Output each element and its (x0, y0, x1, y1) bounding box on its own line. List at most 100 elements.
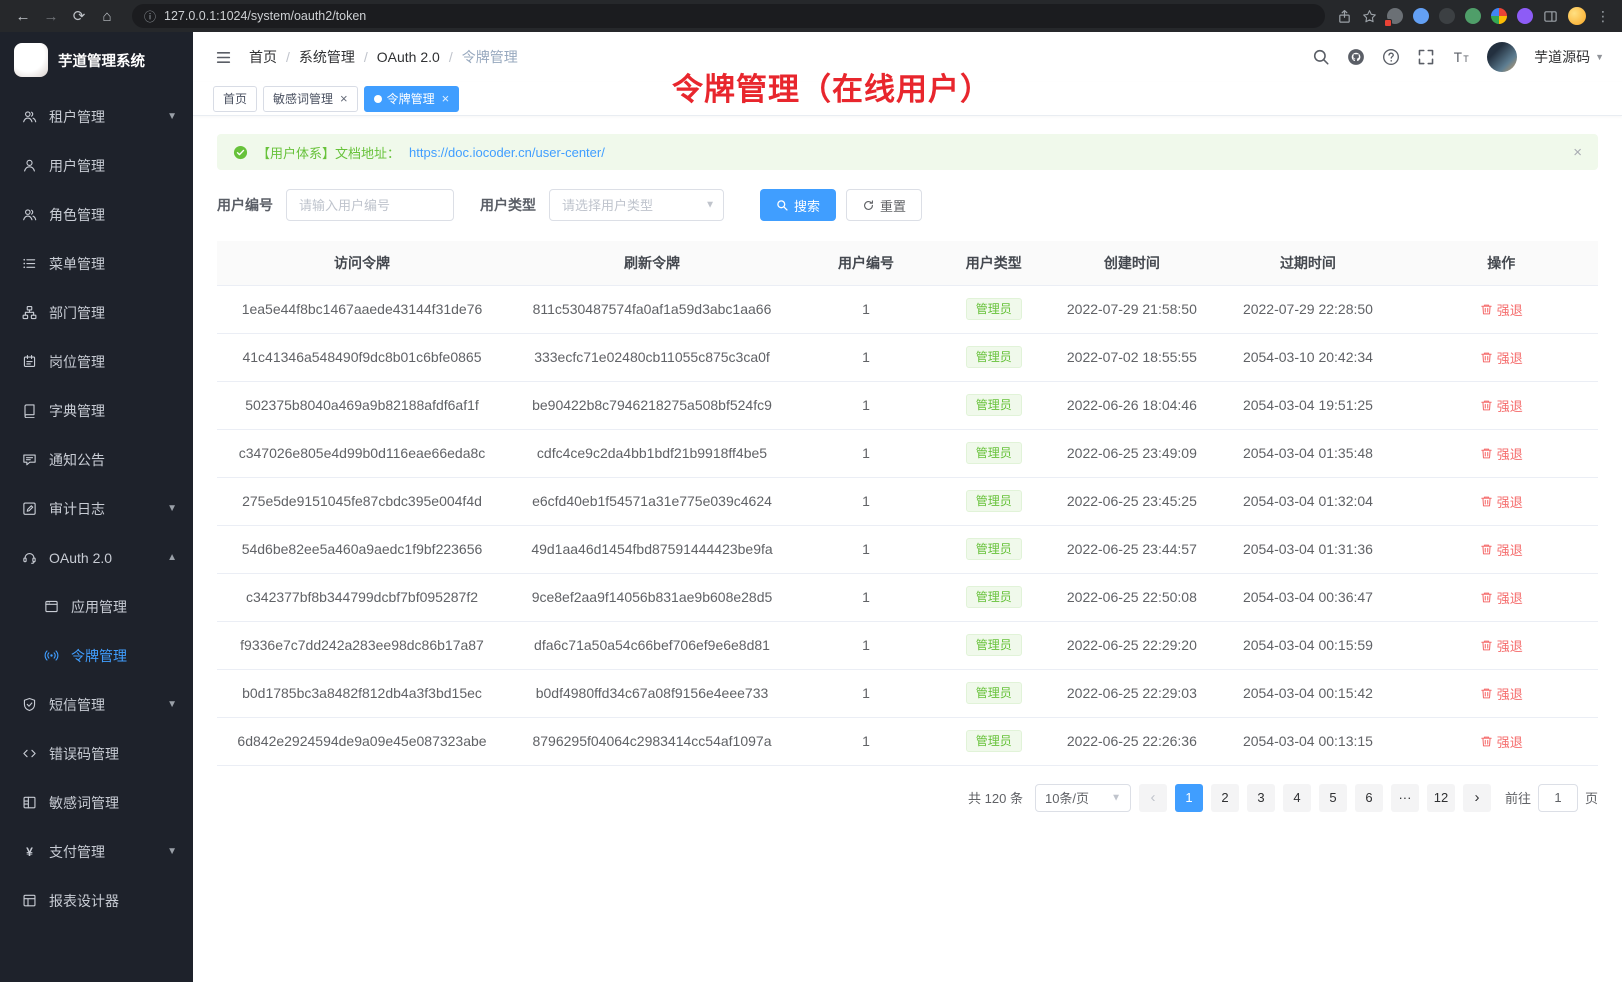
breadcrumb-item[interactable]: OAuth 2.0 (377, 49, 440, 65)
site-info-icon[interactable]: ⓘ (144, 8, 156, 25)
alert-doc-link[interactable]: https://doc.iocoder.cn/user-center/ (409, 145, 605, 160)
github-icon[interactable] (1347, 48, 1365, 66)
pager-page-3[interactable]: 3 (1247, 784, 1275, 812)
action-cell: 强退 (1405, 429, 1598, 477)
prev-page-button[interactable]: ‹ (1139, 784, 1167, 812)
force-logout-button[interactable]: 强退 (1480, 396, 1523, 415)
force-logout-button[interactable]: 强退 (1480, 588, 1523, 607)
goto-group: 前往 页 (1505, 784, 1598, 812)
breadcrumb-item[interactable]: 系统管理 (299, 47, 355, 67)
force-logout-button[interactable]: 强退 (1480, 540, 1523, 559)
page-content: 【用户体系】文档地址： https://doc.iocoder.cn/user-… (193, 116, 1622, 982)
table-row: 275e5de9151045fe87cbdc395e004f4de6cfd40e… (217, 477, 1598, 525)
sidebar-item-dict[interactable]: 字典管理 (0, 386, 193, 435)
user-type-label: 用户类型 (480, 195, 536, 215)
notice-icon (22, 452, 37, 467)
force-logout-button[interactable]: 强退 (1480, 636, 1523, 655)
sidebar-item-oauth2[interactable]: OAuth 2.0▲ (0, 533, 193, 582)
sidebar-item-notice[interactable]: 通知公告 (0, 435, 193, 484)
sidebar-item-error-code[interactable]: 错误码管理 (0, 729, 193, 778)
split-view-icon[interactable] (1543, 9, 1558, 24)
search-icon[interactable] (1312, 48, 1330, 66)
success-check-icon (233, 145, 248, 160)
tab-0[interactable]: 首页 (213, 86, 257, 112)
extension-purple-icon[interactable] (1517, 8, 1533, 24)
extension-blue-icon[interactable] (1413, 8, 1429, 24)
user-type-input[interactable] (549, 189, 724, 221)
access-token-cell: 6d842e2924594de9a09e45e087323abe (217, 717, 507, 765)
sidebar-item-tenant[interactable]: 租户管理▼ (0, 92, 193, 141)
navbar-actions: TT 芋道源码 ▼ (1312, 42, 1604, 72)
sidebar-item-sms[interactable]: 短信管理▼ (0, 680, 193, 729)
force-logout-button[interactable]: 强退 (1480, 348, 1523, 367)
profile-avatar[interactable] (1568, 7, 1586, 25)
reload-icon[interactable]: ⟳ (66, 3, 92, 29)
pager-page-2[interactable]: 2 (1211, 784, 1239, 812)
extension-badged-icon[interactable] (1387, 8, 1403, 24)
created-time-cell: 2022-06-26 18:04:46 (1052, 381, 1211, 429)
force-logout-button[interactable]: 强退 (1480, 492, 1523, 511)
force-logout-button[interactable]: 强退 (1480, 444, 1523, 463)
address-bar[interactable]: ⓘ 127.0.0.1:1024/system/oauth2/token (132, 4, 1325, 28)
expire-time-cell: 2054-03-04 01:32:04 (1211, 477, 1404, 525)
app-logo[interactable]: 芋道管理系统 (0, 32, 193, 88)
sidebar-item-dept[interactable]: 部门管理 (0, 288, 193, 337)
sidebar-item-app[interactable]: 应用管理 (0, 582, 193, 631)
chrome-menu-icon[interactable]: ⋮ (1596, 8, 1610, 25)
chrome-toolbar-icons: ⋮ (1337, 7, 1612, 25)
sidebar-item-role[interactable]: 角色管理 (0, 190, 193, 239)
force-logout-button[interactable]: 强退 (1480, 732, 1523, 751)
tab-2[interactable]: 令牌管理× (364, 86, 460, 112)
sidebar: 芋道管理系统 租户管理▼用户管理角色管理菜单管理部门管理岗位管理字典管理通知公告… (0, 32, 193, 982)
sidebar-item-label: 令牌管理 (71, 646, 127, 666)
extension-dark-icon[interactable] (1439, 8, 1455, 24)
reset-button[interactable]: 重置 (846, 189, 922, 221)
pager-page-5[interactable]: 5 (1319, 784, 1347, 812)
tab-1[interactable]: 敏感词管理× (263, 86, 358, 112)
help-icon[interactable] (1382, 48, 1400, 66)
fullscreen-icon[interactable] (1417, 48, 1435, 66)
pager-page-4[interactable]: 4 (1283, 784, 1311, 812)
font-size-icon[interactable]: TT (1452, 48, 1470, 66)
next-page-button[interactable]: › (1463, 784, 1491, 812)
extension-green-icon[interactable] (1465, 8, 1481, 24)
sidebar-item-post[interactable]: 岗位管理 (0, 337, 193, 386)
created-time-cell: 2022-06-25 22:29:20 (1052, 621, 1211, 669)
close-icon[interactable]: × (340, 92, 348, 105)
pager-page-6[interactable]: 6 (1355, 784, 1383, 812)
breadcrumb-item[interactable]: 首页 (249, 47, 277, 67)
user-avatar[interactable] (1487, 42, 1517, 72)
close-icon[interactable]: × (442, 92, 450, 105)
back-icon[interactable]: ← (10, 3, 36, 29)
home-icon[interactable]: ⌂ (94, 3, 120, 29)
share-icon[interactable] (1337, 9, 1352, 24)
sidebar-item-sensitive-word[interactable]: 敏感词管理 (0, 778, 193, 827)
user-icon (22, 158, 37, 173)
user-type-cell: 管理员 (935, 525, 1052, 573)
goto-page-input[interactable] (1538, 784, 1578, 812)
search-button[interactable]: 搜索 (760, 189, 836, 221)
force-logout-button[interactable]: 强退 (1480, 684, 1523, 703)
sidebar-item-token[interactable]: 令牌管理 (0, 631, 193, 680)
force-logout-button[interactable]: 强退 (1480, 300, 1523, 319)
sidebar-item-audit-log[interactable]: 审计日志▼ (0, 484, 193, 533)
extensions-puzzle-icon[interactable] (1491, 8, 1507, 24)
sidebar-item-menu[interactable]: 菜单管理 (0, 239, 193, 288)
page-size-select[interactable]: 10条/页 ▼ (1035, 784, 1131, 812)
forward-icon[interactable]: → (38, 3, 64, 29)
pager-page-1[interactable]: 1 (1175, 784, 1203, 812)
pager-page-12[interactable]: 12 (1427, 784, 1455, 812)
user-type-select[interactable]: ▼ (549, 189, 724, 221)
close-icon[interactable]: × (1573, 144, 1582, 161)
sidebar-item-user[interactable]: 用户管理 (0, 141, 193, 190)
access-token-cell: 275e5de9151045fe87cbdc395e004f4d (217, 477, 507, 525)
user-id-input[interactable] (286, 189, 454, 221)
trash-icon (1480, 303, 1493, 316)
hamburger-icon[interactable] (207, 41, 239, 73)
user-menu[interactable]: 芋道源码 ▼ (1534, 47, 1604, 67)
pager-more-button[interactable]: ··· (1391, 784, 1419, 812)
sidebar-item-pay[interactable]: ¥支付管理▼ (0, 827, 193, 876)
app-title: 芋道管理系统 (58, 50, 145, 71)
bookmark-star-icon[interactable] (1362, 9, 1377, 24)
sidebar-item-report[interactable]: 报表设计器 (0, 876, 193, 925)
